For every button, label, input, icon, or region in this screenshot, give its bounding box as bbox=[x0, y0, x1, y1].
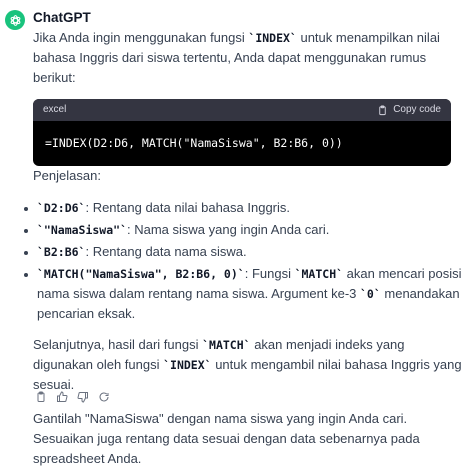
thumbs-down-button[interactable] bbox=[75, 389, 90, 404]
thumbs-up-button[interactable] bbox=[54, 389, 69, 404]
copy-message-button[interactable] bbox=[33, 389, 48, 404]
intro-text-a: Jika Anda ingin menggunakan fungsi bbox=[33, 30, 249, 45]
inline-code: `MATCH` bbox=[202, 338, 251, 352]
inline-code: `B2:B6` bbox=[37, 245, 86, 259]
intro-paragraph: Jika Anda ingin menggunakan fungsi `INDE… bbox=[33, 28, 465, 88]
assistant-message: ChatGPT Jika Anda ingin menggunakan fung… bbox=[0, 0, 474, 466]
paragraph-followup: Selanjutnya, hasil dari fungsi `MATCH` a… bbox=[33, 335, 465, 395]
code-block: excel Copy code =INDEX(D2:D6, MATCH("Nam… bbox=[33, 99, 451, 166]
clipboard-icon bbox=[379, 104, 386, 115]
explanation-title: Penjelasan: bbox=[33, 168, 101, 183]
explanation-list: `D2:D6`: Rentang data nilai bahasa Inggr… bbox=[24, 198, 465, 324]
list-item-text: : Rentang data nama siswa. bbox=[85, 244, 247, 259]
copy-code-label: Copy code bbox=[393, 104, 441, 115]
list-item-text: : Fungsi bbox=[244, 266, 295, 281]
openai-logo-icon bbox=[10, 14, 20, 26]
thumbs-up-icon bbox=[56, 390, 68, 402]
inline-code: `0` bbox=[360, 287, 381, 301]
copy-icon bbox=[37, 391, 44, 402]
code-block-header: excel Copy code bbox=[33, 99, 451, 121]
inline-code: `"NamaSiswa"` bbox=[37, 223, 128, 237]
regenerate-icon bbox=[99, 391, 108, 401]
list-item-text: : Nama siswa yang ingin Anda cari. bbox=[127, 222, 330, 237]
paragraph-text: Selanjutnya, hasil dari fungsi bbox=[33, 337, 203, 352]
list-item: `D2:D6`: Rentang data nilai bahasa Inggr… bbox=[24, 198, 465, 218]
chatgpt-avatar bbox=[5, 10, 25, 30]
message-actions bbox=[33, 389, 111, 404]
intro-inline-code: `INDEX` bbox=[248, 31, 297, 45]
thumbs-down-icon bbox=[76, 391, 88, 403]
regenerate-button[interactable] bbox=[96, 389, 111, 404]
code-language-label: excel bbox=[43, 104, 67, 115]
author-name: ChatGPT bbox=[33, 10, 91, 25]
inline-code: `D2:D6` bbox=[37, 201, 86, 215]
list-item-text: : Rentang data nilai bahasa Inggris. bbox=[85, 200, 290, 215]
inline-code: `MATCH("NamaSiswa", B2:B6, 0)` bbox=[37, 267, 245, 281]
inline-code: `INDEX` bbox=[163, 358, 212, 372]
code-content: =INDEX(D2:D6, MATCH("NamaSiswa", B2:B6, … bbox=[45, 136, 343, 150]
paragraph-closing: Gantilah "NamaSiswa" dengan nama siswa y… bbox=[33, 411, 420, 466]
list-item: `B2:B6`: Rentang data nama siswa. bbox=[24, 242, 465, 262]
list-item: `"NamaSiswa"`: Nama siswa yang ingin And… bbox=[24, 220, 465, 240]
inline-code: `MATCH` bbox=[294, 267, 344, 281]
copy-code-button[interactable]: Copy code bbox=[377, 100, 441, 120]
list-item: `MATCH("NamaSiswa", B2:B6, 0)`: Fungsi `… bbox=[24, 264, 465, 324]
